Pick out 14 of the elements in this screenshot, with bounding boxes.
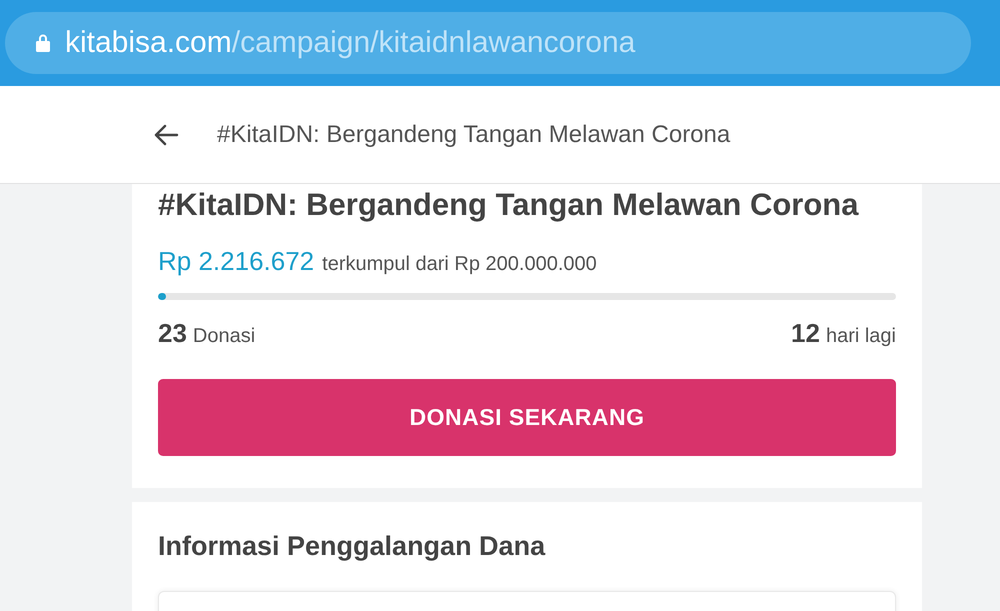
campaign-title: #KitaIDN: Bergandeng Tangan Melawan Corona [158, 186, 860, 224]
days-label: hari lagi [826, 324, 896, 349]
url-text: kitabisa.com/campaign/kitaidnlawancorona [65, 28, 636, 58]
back-arrow-icon[interactable] [153, 124, 179, 146]
collected-amount: Rp 2.216.672 [158, 245, 314, 278]
address-bar[interactable]: kitabisa.com/campaign/kitaidnlawancorona [5, 12, 971, 74]
lock-icon [35, 33, 51, 53]
info-title: Informasi Penggalangan Dana [158, 530, 546, 563]
donation-count: 23 [158, 317, 187, 350]
days-count: 12 [791, 317, 820, 350]
target-text: terkumpul dari Rp 200.000.000 [322, 252, 597, 277]
header-title: #KitaIDN: Bergandeng Tangan Melawan Corona [217, 120, 730, 150]
donation-label: Donasi [192, 324, 256, 349]
donate-button[interactable]: DONASI SEKARANG [158, 379, 896, 456]
